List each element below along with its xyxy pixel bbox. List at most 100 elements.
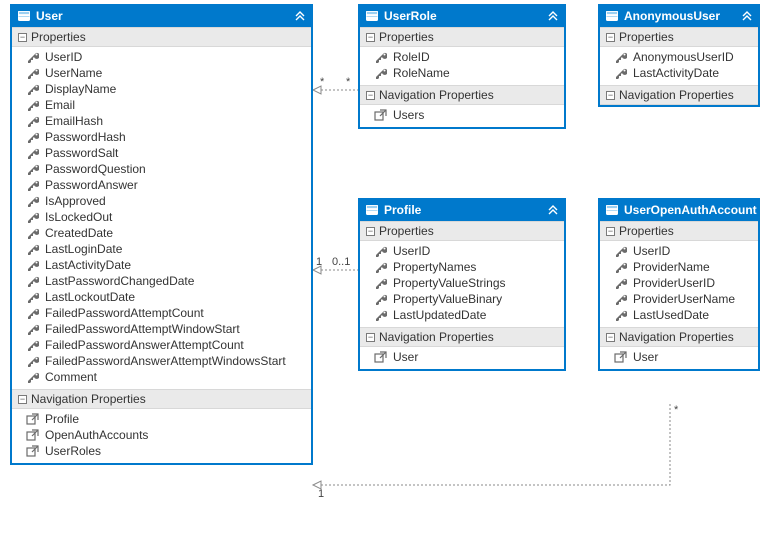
- nav-property-row[interactable]: UserRoles: [12, 443, 311, 459]
- minus-icon: −: [18, 395, 27, 404]
- property-row[interactable]: RoleName: [360, 65, 564, 81]
- entity-icon: [366, 11, 378, 21]
- property-row[interactable]: ProviderName: [600, 259, 758, 275]
- property-row[interactable]: LastUsedDate: [600, 307, 758, 323]
- key-icon: [26, 243, 39, 256]
- property-row[interactable]: UserID: [360, 243, 564, 259]
- property-name: Email: [45, 98, 75, 112]
- property-row[interactable]: ProviderUserID: [600, 275, 758, 291]
- property-row[interactable]: PropertyNames: [360, 259, 564, 275]
- property-row[interactable]: CreatedDate: [12, 225, 311, 241]
- entity-header[interactable]: AnonymousUser: [600, 6, 758, 27]
- section-nav-properties[interactable]: − Navigation Properties: [600, 327, 758, 347]
- entity-header[interactable]: User: [12, 6, 311, 27]
- property-row[interactable]: UserID: [600, 243, 758, 259]
- chevron-up-icon[interactable]: [548, 10, 558, 22]
- nav-property-name: Users: [393, 108, 424, 122]
- key-icon: [374, 277, 387, 290]
- section-properties[interactable]: − Properties: [360, 27, 564, 47]
- property-row[interactable]: Email: [12, 97, 311, 113]
- section-properties[interactable]: − Properties: [360, 221, 564, 241]
- property-row[interactable]: IsApproved: [12, 193, 311, 209]
- nav-property-list: User: [360, 347, 564, 369]
- property-row[interactable]: Comment: [12, 369, 311, 385]
- entity-title: AnonymousUser: [624, 9, 736, 23]
- property-row[interactable]: PasswordAnswer: [12, 177, 311, 193]
- section-nav-properties[interactable]: − Navigation Properties: [360, 85, 564, 105]
- key-icon: [26, 163, 39, 176]
- property-row[interactable]: PropertyValueStrings: [360, 275, 564, 291]
- property-name: LastLockoutDate: [45, 290, 135, 304]
- key-icon: [26, 323, 39, 336]
- property-row[interactable]: LastActivityDate: [600, 65, 758, 81]
- property-row[interactable]: ProviderUserName: [600, 291, 758, 307]
- chevron-up-icon[interactable]: [742, 10, 752, 22]
- property-name: ProviderUserName: [633, 292, 735, 306]
- minus-icon: −: [606, 33, 615, 42]
- property-row[interactable]: FailedPasswordAttemptWindowStart: [12, 321, 311, 337]
- entity-icon: [366, 205, 378, 215]
- section-nav-properties[interactable]: − Navigation Properties: [600, 85, 758, 105]
- entity-header[interactable]: UserRole: [360, 6, 564, 27]
- nav-property-row[interactable]: Users: [360, 107, 564, 123]
- key-icon: [614, 277, 627, 290]
- property-row[interactable]: PasswordHash: [12, 129, 311, 145]
- minus-icon: −: [366, 33, 375, 42]
- section-properties[interactable]: − Properties: [12, 27, 311, 47]
- property-row[interactable]: PasswordSalt: [12, 145, 311, 161]
- minus-icon: −: [606, 91, 615, 100]
- property-row[interactable]: AnonymousUserID: [600, 49, 758, 65]
- section-nav-properties[interactable]: − Navigation Properties: [12, 389, 311, 409]
- nav-property-name: Profile: [45, 412, 79, 426]
- section-label: Navigation Properties: [619, 88, 734, 102]
- property-row[interactable]: LastPasswordChangedDate: [12, 273, 311, 289]
- key-icon: [374, 67, 387, 80]
- property-row[interactable]: FailedPasswordAnswerAttemptCount: [12, 337, 311, 353]
- nav-icon: [26, 429, 39, 442]
- section-nav-properties[interactable]: − Navigation Properties: [360, 327, 564, 347]
- section-properties[interactable]: − Properties: [600, 221, 758, 241]
- chevron-up-icon[interactable]: [548, 204, 558, 216]
- key-icon: [26, 275, 39, 288]
- property-row[interactable]: LastUpdatedDate: [360, 307, 564, 323]
- entity-anonymoususer[interactable]: AnonymousUser − Properties AnonymousUser…: [598, 4, 760, 107]
- property-row[interactable]: UserID: [12, 49, 311, 65]
- property-row[interactable]: RoleID: [360, 49, 564, 65]
- property-row[interactable]: LastLoginDate: [12, 241, 311, 257]
- minus-icon: −: [366, 333, 375, 342]
- property-row[interactable]: PropertyValueBinary: [360, 291, 564, 307]
- nav-property-row[interactable]: OpenAuthAccounts: [12, 427, 311, 443]
- entity-useropenauthaccount[interactable]: UserOpenAuthAccount − Properties UserID …: [598, 198, 760, 371]
- entity-user[interactable]: User − Properties UserID UserName Displa…: [10, 4, 313, 465]
- key-icon: [26, 195, 39, 208]
- property-row[interactable]: LastLockoutDate: [12, 289, 311, 305]
- entity-header[interactable]: UserOpenAuthAccount: [600, 200, 758, 221]
- nav-property-row[interactable]: Profile: [12, 411, 311, 427]
- section-properties[interactable]: − Properties: [600, 27, 758, 47]
- property-name: UserName: [45, 66, 102, 80]
- key-icon: [374, 51, 387, 64]
- entity-header[interactable]: Profile: [360, 200, 564, 221]
- key-icon: [26, 259, 39, 272]
- property-row[interactable]: FailedPasswordAnswerAttemptWindowsStart: [12, 353, 311, 369]
- property-row[interactable]: FailedPasswordAttemptCount: [12, 305, 311, 321]
- property-row[interactable]: EmailHash: [12, 113, 311, 129]
- chevron-up-icon[interactable]: [295, 10, 305, 22]
- chevron-up-icon[interactable]: [763, 204, 773, 216]
- property-name: ProviderUserID: [633, 276, 715, 290]
- minus-icon: −: [18, 33, 27, 42]
- nav-property-row[interactable]: User: [600, 349, 758, 365]
- property-row[interactable]: DisplayName: [12, 81, 311, 97]
- nav-property-row[interactable]: User: [360, 349, 564, 365]
- property-row[interactable]: PasswordQuestion: [12, 161, 311, 177]
- section-label: Navigation Properties: [379, 330, 494, 344]
- property-row[interactable]: UserName: [12, 65, 311, 81]
- entity-userrole[interactable]: UserRole − Properties RoleID RoleName − …: [358, 4, 566, 129]
- key-icon: [26, 51, 39, 64]
- property-row[interactable]: LastActivityDate: [12, 257, 311, 273]
- key-icon: [26, 227, 39, 240]
- entity-profile[interactable]: Profile − Properties UserID PropertyName…: [358, 198, 566, 371]
- property-row[interactable]: IsLockedOut: [12, 209, 311, 225]
- key-icon: [26, 211, 39, 224]
- property-list: UserID PropertyNames PropertyValueString…: [360, 241, 564, 327]
